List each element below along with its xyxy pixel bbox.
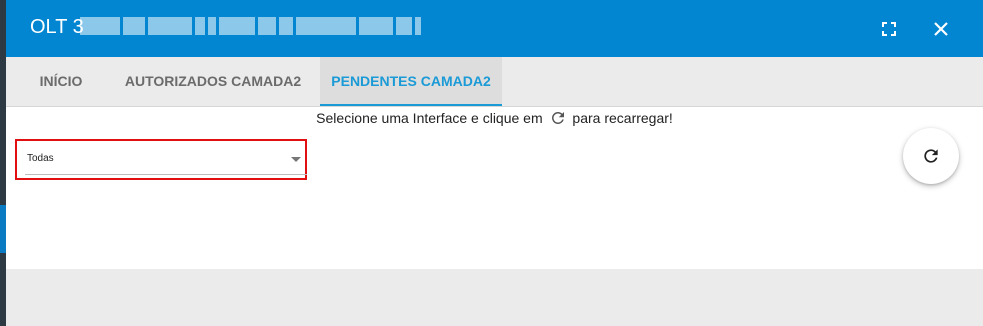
tab-content: Todas <box>6 107 983 269</box>
tab-autorizados-camada2[interactable]: AUTORIZADOS CAMADA2 <box>110 57 316 105</box>
dialog-title: OLT 3 <box>30 16 84 38</box>
refresh-icon <box>551 111 564 124</box>
dialog-header: OLT 3 <box>6 0 983 57</box>
refresh-icon <box>924 149 938 163</box>
interface-select-value: Todas <box>27 153 54 164</box>
close-icon <box>934 22 948 36</box>
tab-bar: INÍCIO AUTORIZADOS CAMADA2 PENDENTES CAM… <box>6 57 983 107</box>
message-text-before: Selecione uma Interface e clique em <box>316 110 543 126</box>
redacted-title-text <box>80 17 424 35</box>
fullscreen-button[interactable] <box>874 14 904 44</box>
message-text-after: para recarregar! <box>572 110 673 126</box>
empty-state-message: Selecione uma Interface e clique em para… <box>6 107 983 129</box>
tab-pendentes-camada2[interactable]: PENDENTES CAMADA2 <box>320 57 502 106</box>
fullscreen-icon <box>882 22 896 36</box>
interface-select[interactable]: Todas <box>25 147 307 175</box>
refresh-button[interactable] <box>903 128 959 184</box>
olt-dialog: OLT 3 INÍCIO AUTORIZADOS CAMADA2 PENDENT… <box>6 0 983 326</box>
chevron-down-icon <box>291 157 301 162</box>
tab-inicio[interactable]: INÍCIO <box>22 57 100 105</box>
close-button[interactable] <box>926 14 956 44</box>
